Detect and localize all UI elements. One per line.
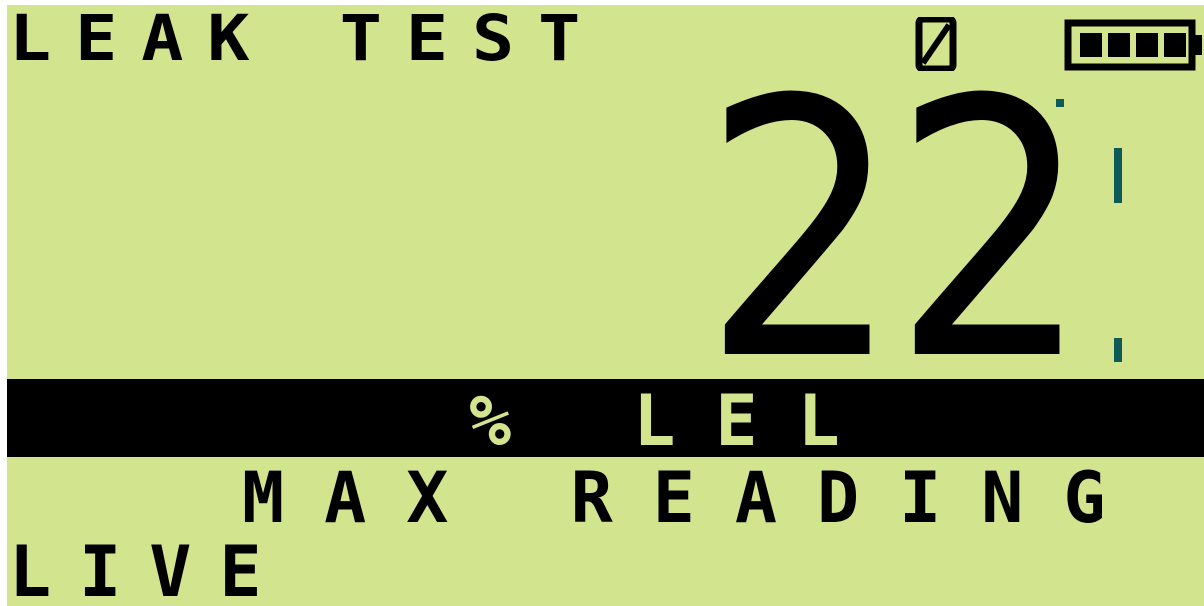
reading-accent-bottom [1114,338,1122,362]
live-indicator: LIVE [9,531,290,606]
mode-label: MAX READING [242,457,1146,539]
lcd-screen: LEAK TEST 22 % LEL MAX READING LIVE [7,5,1204,606]
gas-reading-value: 22 [702,24,1091,438]
unit-label: % LEL [469,380,880,462]
reading-accent-top [1056,99,1064,107]
screen-title: LEAK TEST [9,5,605,76]
unit-bar: % LEL [7,379,1204,457]
battery-full-icon [1064,19,1202,71]
reading-accent-mid [1114,148,1122,203]
